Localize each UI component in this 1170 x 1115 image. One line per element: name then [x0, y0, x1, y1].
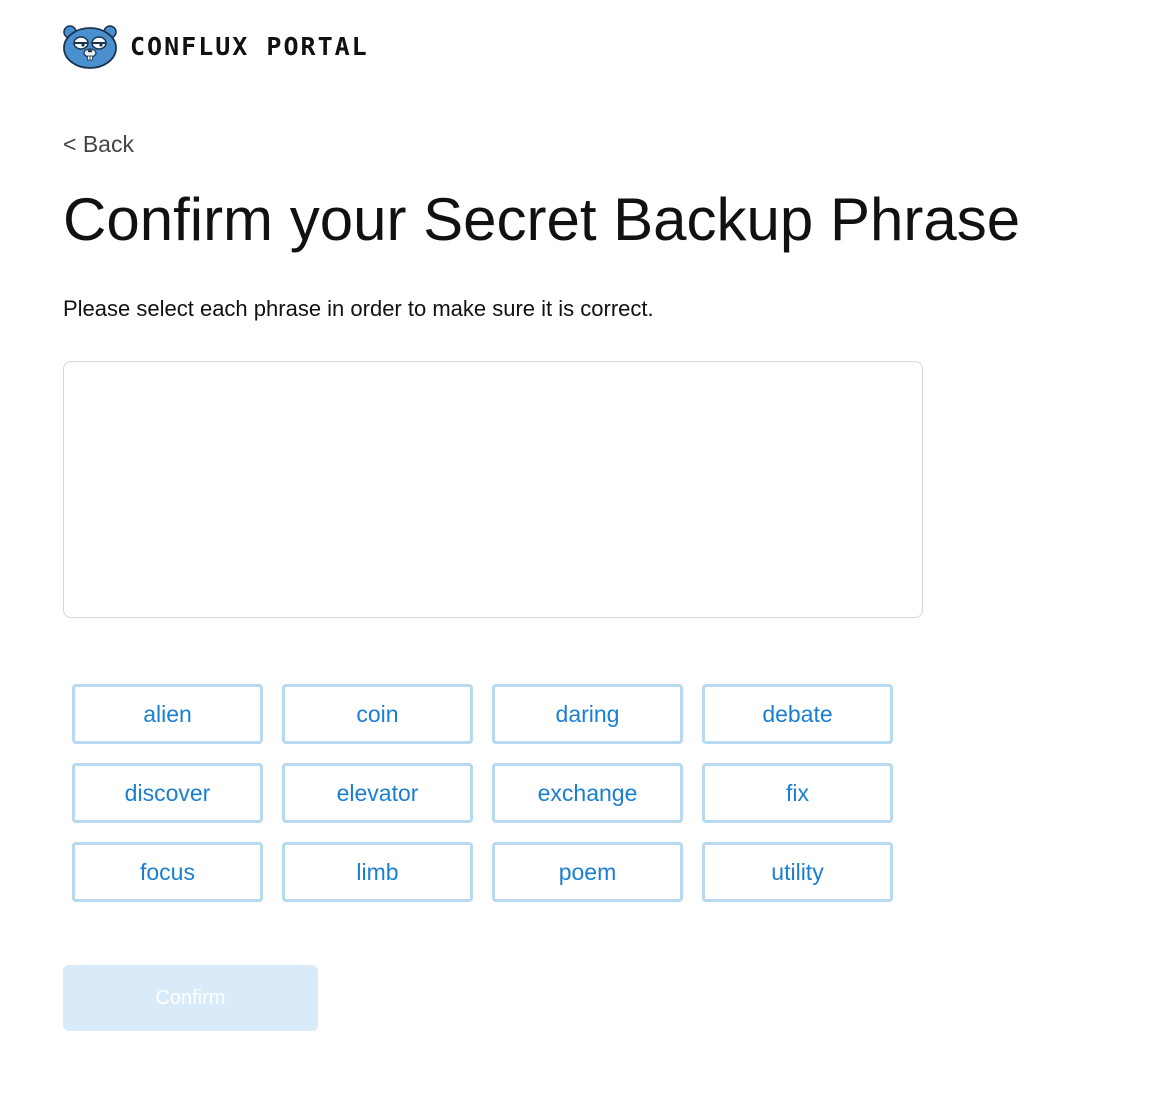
selected-phrase-area[interactable] — [63, 361, 923, 618]
gopher-logo-icon — [63, 25, 117, 69]
word-button[interactable]: poem — [492, 842, 683, 902]
header: CONFLUX PORTAL — [62, 22, 369, 70]
brand-name: CONFLUX PORTAL — [130, 31, 369, 61]
word-button[interactable]: utility — [702, 842, 893, 902]
word-button-grid: alien coin daring debate discover elevat… — [72, 684, 893, 902]
word-button[interactable]: daring — [492, 684, 683, 744]
page-title: Confirm your Secret Backup Phrase — [63, 186, 1021, 253]
word-button[interactable]: exchange — [492, 763, 683, 823]
page: CONFLUX PORTAL < Back Confirm your Secre… — [0, 0, 1170, 1115]
word-button[interactable]: fix — [702, 763, 893, 823]
word-button[interactable]: discover — [72, 763, 263, 823]
confirm-button[interactable]: Confirm — [63, 965, 318, 1031]
word-button[interactable]: coin — [282, 684, 473, 744]
word-button[interactable]: debate — [702, 684, 893, 744]
word-button[interactable]: limb — [282, 842, 473, 902]
word-button[interactable]: alien — [72, 684, 263, 744]
instructions-text: Please select each phrase in order to ma… — [63, 296, 654, 321]
word-button[interactable]: focus — [72, 842, 263, 902]
back-link[interactable]: < Back — [63, 131, 134, 158]
word-button[interactable]: elevator — [282, 763, 473, 823]
